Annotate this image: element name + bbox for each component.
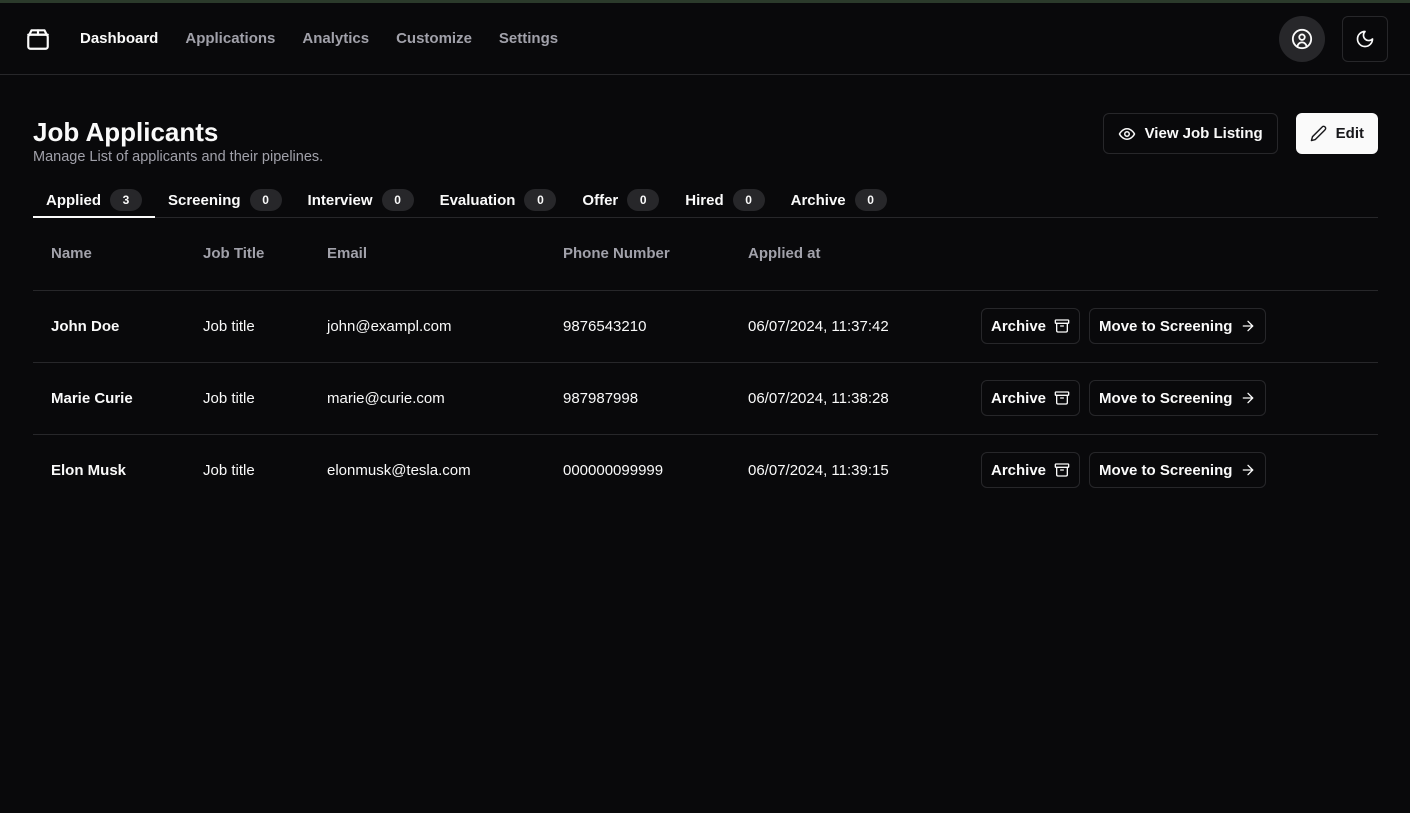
tab-archive[interactable]: Archive 0 bbox=[778, 184, 900, 218]
move-label: Move to Screening bbox=[1099, 461, 1233, 479]
archive-label: Archive bbox=[991, 389, 1047, 407]
tab-count-badge: 0 bbox=[249, 189, 282, 211]
applicant-job-title: Job title bbox=[185, 290, 309, 363]
edit-label: Edit bbox=[1335, 125, 1364, 142]
move-to-screening-button[interactable]: Move to Screening bbox=[1089, 308, 1267, 344]
package-icon[interactable] bbox=[24, 25, 52, 53]
tab-count-badge: 0 bbox=[381, 189, 414, 211]
tab-hired[interactable]: Hired 0 bbox=[672, 184, 777, 218]
tab-label: Hired bbox=[685, 191, 724, 209]
tab-offer[interactable]: Offer 0 bbox=[569, 184, 672, 218]
view-job-listing-label: View Job Listing bbox=[1144, 125, 1263, 142]
move-label: Move to Screening bbox=[1099, 317, 1233, 335]
table-row: Elon Musk Job title elonmusk@tesla.com 0… bbox=[33, 434, 1378, 506]
tab-count-badge: 0 bbox=[627, 189, 660, 211]
tab-label: Screening bbox=[168, 191, 241, 209]
nav-settings[interactable]: Settings bbox=[499, 30, 558, 47]
arrow-right-icon bbox=[1240, 462, 1256, 478]
archive-label: Archive bbox=[991, 461, 1047, 479]
applicant-email: john@exampl.com bbox=[309, 290, 545, 363]
archive-button[interactable]: Archive bbox=[981, 452, 1081, 489]
applicants-table: Name Job Title Email Phone Number Applie… bbox=[33, 218, 1378, 506]
tab-count-badge: 0 bbox=[524, 189, 557, 211]
tab-interview[interactable]: Interview 0 bbox=[295, 184, 427, 218]
archive-icon bbox=[1054, 462, 1070, 478]
row-actions: Archive Move to Screening bbox=[963, 434, 1378, 506]
applicant-phone: 987987998 bbox=[545, 362, 730, 435]
archive-label: Archive bbox=[991, 317, 1047, 335]
tab-label: Interview bbox=[307, 191, 373, 209]
moon-icon bbox=[1355, 29, 1375, 49]
applicant-email: elonmusk@tesla.com bbox=[327, 461, 471, 479]
table-row: John Doe Job title john@exampl.com 98765… bbox=[33, 290, 1378, 363]
tab-count-badge: 3 bbox=[110, 189, 142, 211]
user-menu-button[interactable] bbox=[1279, 15, 1325, 62]
applicant-phone: 9876543210 bbox=[545, 290, 730, 363]
move-to-screening-button[interactable]: Move to Screening bbox=[1089, 452, 1267, 489]
theme-toggle-button[interactable] bbox=[1342, 15, 1388, 62]
archive-icon bbox=[1054, 318, 1070, 334]
tab-count-badge: 0 bbox=[732, 189, 765, 211]
column-header-job-title: Job Title bbox=[185, 218, 309, 291]
main-nav: Dashboard Applications Analytics Customi… bbox=[80, 30, 558, 47]
table-header-row: Name Job Title Email Phone Number Applie… bbox=[33, 218, 1378, 291]
user-circle-icon bbox=[1291, 28, 1313, 50]
applicant-name: Elon Musk bbox=[51, 461, 127, 479]
nav-dashboard[interactable]: Dashboard bbox=[80, 30, 158, 47]
pipeline-tabs: Applied 3 Screening 0 Interview 0 Evalua… bbox=[33, 184, 1378, 218]
applicant-applied-at: 06/07/2024, 11:39:15 bbox=[748, 461, 889, 479]
row-actions: Archive Move to Screening bbox=[963, 290, 1378, 363]
applicant-email: marie@curie.com bbox=[309, 362, 545, 435]
column-header-actions bbox=[963, 218, 1378, 291]
header-actions bbox=[1279, 15, 1388, 62]
tab-count-badge: 0 bbox=[854, 189, 887, 211]
main-content: Job Applicants Manage List of applicants… bbox=[0, 75, 1410, 506]
arrow-right-icon bbox=[1240, 390, 1256, 406]
applicant-job-title: Job title bbox=[203, 461, 255, 479]
move-to-screening-button[interactable]: Move to Screening bbox=[1089, 380, 1267, 416]
applicant-applied-at: 06/07/2024, 11:38:28 bbox=[730, 362, 963, 435]
column-header-email: Email bbox=[309, 218, 545, 291]
pencil-icon bbox=[1310, 125, 1327, 142]
page-title: Job Applicants bbox=[33, 117, 219, 147]
applicant-applied-at: 06/07/2024, 11:37:42 bbox=[730, 290, 963, 363]
table-row: Marie Curie Job title marie@curie.com 98… bbox=[33, 362, 1378, 435]
column-header-name: Name bbox=[33, 218, 185, 291]
move-label: Move to Screening bbox=[1099, 389, 1233, 407]
archive-button[interactable]: Archive bbox=[981, 380, 1081, 416]
archive-icon bbox=[1054, 390, 1070, 406]
tab-screening[interactable]: Screening 0 bbox=[155, 184, 295, 218]
view-job-listing-button[interactable]: View Job Listing bbox=[1102, 113, 1278, 154]
nav-analytics[interactable]: Analytics bbox=[302, 30, 369, 47]
tab-label: Offer bbox=[582, 191, 619, 209]
page-subtitle: Manage List of applicants and their pipe… bbox=[33, 149, 324, 165]
applicant-phone: 000000099999 bbox=[563, 461, 664, 479]
tab-label: Evaluation bbox=[439, 191, 516, 209]
archive-button[interactable]: Archive bbox=[981, 308, 1081, 344]
applicant-name: Marie Curie bbox=[33, 362, 185, 435]
top-navbar: Dashboard Applications Analytics Customi… bbox=[0, 3, 1410, 75]
tab-label: Archive bbox=[790, 191, 846, 209]
column-header-applied-at: Applied at bbox=[730, 218, 963, 291]
row-actions: Archive Move to Screening bbox=[963, 362, 1378, 435]
applicant-name: John Doe bbox=[33, 290, 185, 363]
tab-label: Applied bbox=[46, 191, 101, 209]
nav-applications[interactable]: Applications bbox=[185, 30, 275, 47]
arrow-right-icon bbox=[1240, 318, 1256, 334]
page-header: Job Applicants Manage List of applicants… bbox=[33, 75, 1378, 165]
applicant-job-title: Job title bbox=[185, 362, 309, 435]
edit-button[interactable]: Edit bbox=[1295, 113, 1378, 154]
tab-applied[interactable]: Applied 3 bbox=[33, 184, 155, 218]
column-header-phone: Phone Number bbox=[545, 218, 730, 291]
tab-evaluation[interactable]: Evaluation 0 bbox=[427, 184, 570, 218]
nav-customize[interactable]: Customize bbox=[396, 30, 472, 47]
page-actions: View Job Listing Edit bbox=[1102, 113, 1378, 165]
eye-icon bbox=[1118, 125, 1136, 143]
